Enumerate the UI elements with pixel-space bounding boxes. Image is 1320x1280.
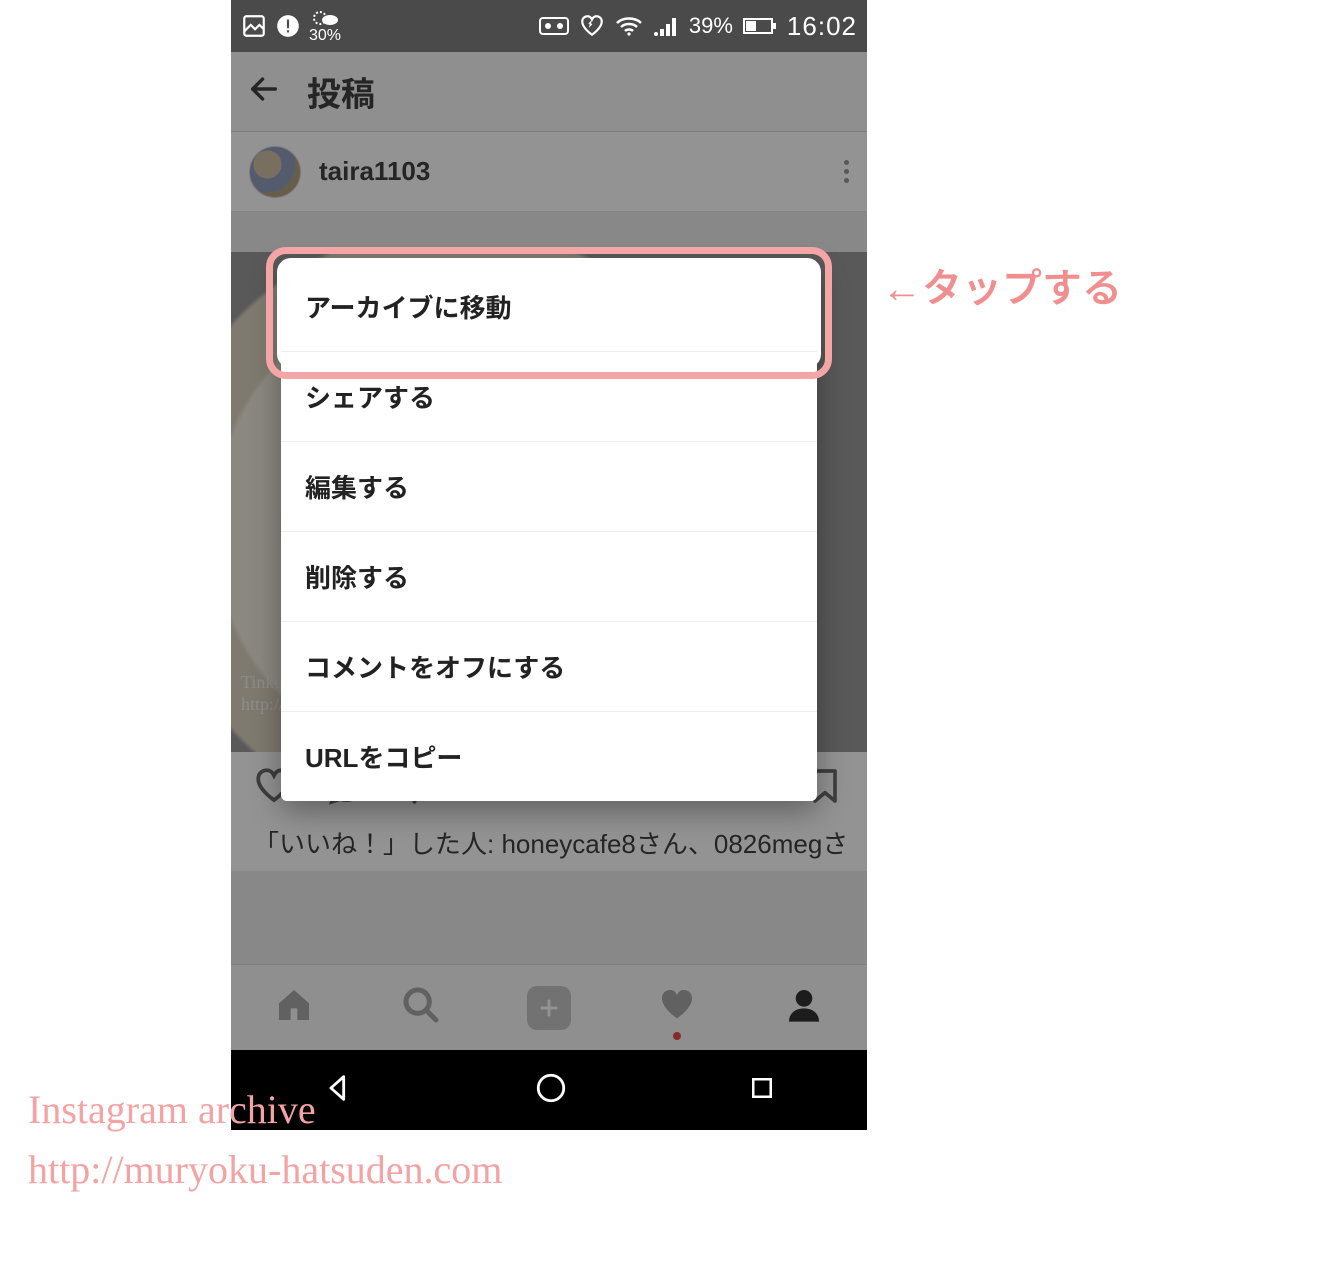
android-recent-icon[interactable]: [747, 1073, 777, 1108]
android-home-icon[interactable]: [534, 1071, 568, 1110]
vr-icon: [539, 15, 569, 37]
battery-percent: 39%: [689, 13, 733, 39]
weather-percent: 30%: [309, 28, 341, 44]
footer-watermark-line: Instagram archive: [28, 1080, 502, 1140]
context-menu: アーカイブに移動 シェアする 編集する 削除する コメントをオフにする URLを…: [281, 262, 817, 801]
wifi-icon: [615, 15, 643, 37]
menu-item-comments-off[interactable]: コメントをオフにする: [281, 622, 817, 712]
status-time: 16:02: [787, 11, 857, 42]
status-bar: 30% 39% 16:02: [231, 0, 867, 52]
battery-icon: [743, 16, 777, 36]
signal-icon: [653, 15, 679, 37]
menu-item-archive[interactable]: アーカイブに移動: [281, 262, 817, 352]
heart-sync-icon: [579, 13, 605, 39]
footer-watermark: Instagram archive http://muryoku-hatsude…: [28, 1080, 502, 1200]
menu-item-edit[interactable]: 編集する: [281, 442, 817, 532]
menu-item-delete[interactable]: 削除する: [281, 532, 817, 622]
alert-icon: [275, 13, 301, 39]
app-body: 投稿 taira1103 Tinke http://: [231, 52, 867, 1050]
footer-watermark-line: http://muryoku-hatsuden.com: [28, 1140, 502, 1200]
menu-item-copy-url[interactable]: URLをコピー: [281, 712, 817, 801]
menu-item-share[interactable]: シェアする: [281, 352, 817, 442]
image-icon: [241, 13, 267, 39]
tap-annotation-text: ←タップする: [882, 256, 1122, 314]
phone-frame: 30% 39% 16:02: [231, 0, 867, 1130]
weather-icon: 30%: [309, 8, 341, 44]
tap-annotation: ←タップする: [882, 256, 1122, 314]
